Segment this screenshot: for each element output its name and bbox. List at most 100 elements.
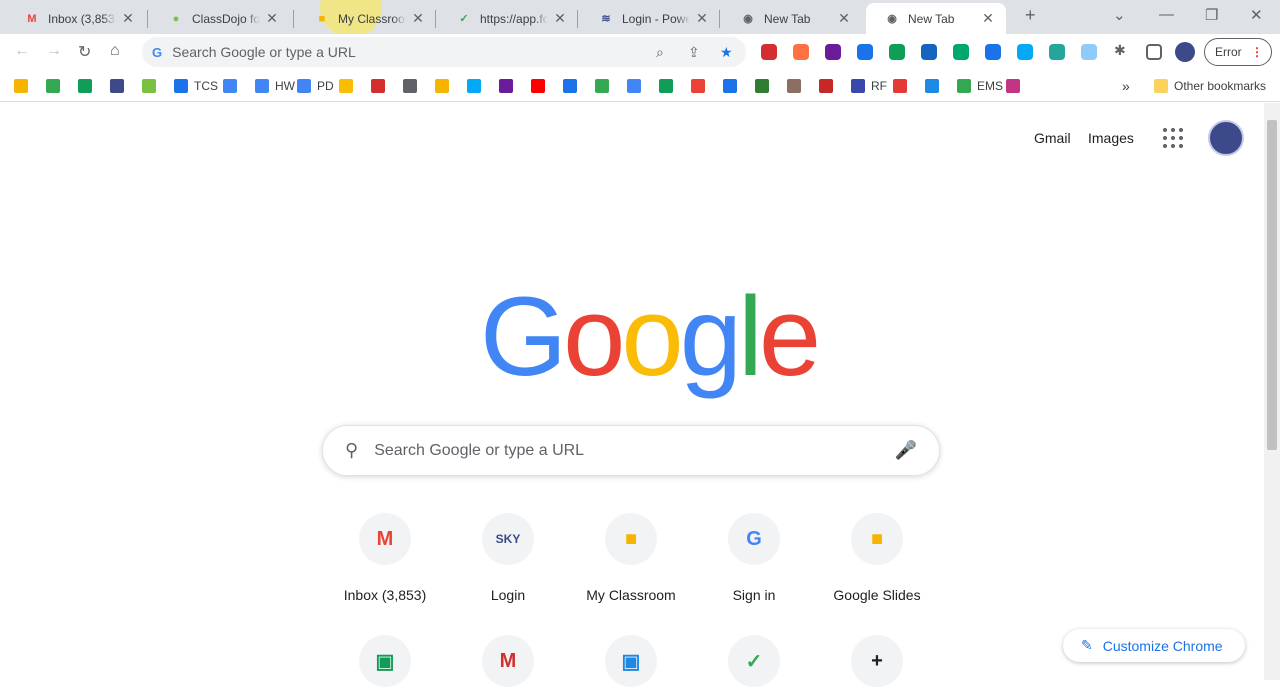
restore-icon[interactable]: ❐ (1205, 6, 1218, 24)
bookmark-item[interactable] (110, 77, 130, 95)
shortcut-tile[interactable]: M Inbox (3,853) (329, 513, 441, 603)
extension-icon[interactable] (985, 44, 1001, 60)
gmail-link[interactable]: Gmail (1034, 130, 1071, 146)
bookmark-item[interactable] (78, 77, 98, 95)
extension-icon[interactable] (825, 44, 841, 60)
account-avatar[interactable] (1208, 120, 1244, 156)
profile-error-button[interactable]: Error ⋮ (1204, 38, 1272, 66)
tab-2[interactable]: ■ My Classroom ✕ (296, 3, 436, 34)
shortcut-icon: M (482, 635, 534, 687)
tab-search-icon[interactable]: ⌄ (1113, 6, 1126, 24)
forward-icon[interactable]: → (46, 42, 62, 60)
bookmark-item[interactable] (595, 77, 615, 95)
extension-icon[interactable] (921, 44, 937, 60)
scrollbar-thumb[interactable] (1267, 120, 1277, 450)
microphone-icon[interactable]: 🎤 (895, 440, 917, 461)
add-icon: + (851, 635, 903, 687)
extension-icon[interactable] (793, 44, 809, 60)
bookmark-item[interactable] (893, 77, 913, 95)
bookmark-item[interactable] (371, 77, 391, 95)
apps-grid-icon[interactable] (1163, 128, 1183, 148)
home-icon[interactable]: ⌂ (110, 42, 120, 60)
close-window-icon[interactable]: ✕ (1250, 6, 1263, 24)
folder-icon (1154, 79, 1168, 93)
tab-3[interactable]: ✓ https://app.for ✕ (438, 3, 578, 34)
new-tab-icon[interactable]: + (1025, 5, 1036, 26)
customize-chrome-button[interactable]: ✎ Customize Chrome (1063, 629, 1245, 662)
tab-6[interactable]: ◉ New Tab ✕ (866, 3, 1006, 34)
bookmark-item[interactable] (403, 77, 423, 95)
bookmarks-overflow-icon[interactable]: » (1122, 77, 1130, 95)
reload-icon[interactable]: ↻ (78, 42, 91, 62)
bookmark-item[interactable] (787, 77, 807, 95)
bookmark-item[interactable]: TCS (174, 77, 218, 95)
shortcut-tile[interactable]: ■ Google Slides (821, 513, 933, 603)
extensions-puzzle-icon[interactable]: ✱ (1114, 42, 1130, 58)
bookmark-item[interactable] (563, 77, 583, 95)
bookmark-item[interactable] (499, 77, 519, 95)
extension-icon[interactable] (953, 44, 969, 60)
shortcut-tile[interactable]: ▣ (329, 635, 441, 687)
tab-favicon-icon: ◉ (743, 13, 753, 25)
bookmark-item[interactable] (755, 77, 775, 95)
bookmark-item[interactable] (723, 77, 743, 95)
bookmark-item[interactable]: PD (297, 77, 334, 95)
search-box[interactable]: ⚲ Search Google or type a URL 🎤 (322, 425, 940, 476)
tab-5[interactable]: ◉ New Tab ✕ (722, 3, 862, 34)
bookmark-item[interactable] (925, 77, 945, 95)
zoom-icon[interactable]: ⌕ (656, 44, 664, 61)
minimize-icon[interactable]: — (1159, 6, 1174, 23)
tab-close-icon[interactable]: ✕ (694, 10, 710, 27)
shortcut-tile[interactable]: ■ My Classroom (575, 513, 687, 603)
extension-icon[interactable] (1017, 44, 1033, 60)
back-icon[interactable]: ← (14, 42, 30, 60)
extension-icon[interactable] (1049, 44, 1065, 60)
bookmark-item[interactable] (467, 77, 487, 95)
address-bar[interactable]: G Search Google or type a URL ⌕ ⇪ ★ (142, 37, 746, 67)
tab-close-icon[interactable]: ✕ (552, 10, 568, 27)
extension-icon[interactable] (1081, 44, 1097, 60)
add-shortcut-tile[interactable]: + (821, 635, 933, 687)
tab-1[interactable]: ● ClassDojo for T ✕ (150, 3, 290, 34)
bookmark-item[interactable] (14, 77, 34, 95)
bookmark-item[interactable] (223, 77, 243, 95)
bookmark-item[interactable] (819, 77, 839, 95)
tab-4[interactable]: ≋ Login - Powers ✕ (580, 3, 720, 34)
bookmark-item[interactable]: RF (851, 77, 887, 95)
tab-close-icon[interactable]: ✕ (980, 10, 996, 27)
tab-0[interactable]: M Inbox (3,853) - ✕ (6, 3, 146, 34)
bookmark-item[interactable] (339, 77, 359, 95)
profile-avatar[interactable] (1175, 42, 1195, 62)
share-icon[interactable]: ⇪ (688, 44, 700, 61)
shortcut-tile[interactable]: G Sign in (698, 513, 810, 603)
bookmark-star-icon[interactable]: ★ (720, 44, 733, 61)
tab-close-icon[interactable]: ✕ (120, 10, 136, 27)
logo-letter: e (758, 274, 821, 399)
bookmark-item[interactable] (435, 77, 455, 95)
bookmark-favicon-icon (563, 79, 577, 93)
tab-close-icon[interactable]: ✕ (410, 10, 426, 27)
bookmark-item[interactable]: EMS (957, 77, 1003, 95)
bookmark-item[interactable] (659, 77, 679, 95)
tab-close-icon[interactable]: ✕ (836, 10, 852, 27)
shortcut-tile[interactable]: ▣ (575, 635, 687, 687)
bookmark-item[interactable] (1006, 77, 1026, 95)
extension-icon[interactable] (761, 44, 777, 60)
other-bookmarks[interactable]: Other bookmarks (1154, 77, 1266, 95)
tab-close-icon[interactable]: ✕ (264, 10, 280, 27)
bookmark-item[interactable] (531, 77, 551, 95)
shortcut-tile[interactable]: M (452, 635, 564, 687)
side-panel-icon[interactable] (1146, 44, 1162, 60)
extension-icon[interactable] (857, 44, 873, 60)
bookmark-item[interactable] (46, 77, 66, 95)
bookmark-item[interactable]: HW (255, 77, 295, 95)
bookmark-item[interactable] (142, 77, 162, 95)
bookmark-item[interactable] (627, 77, 647, 95)
scrollbar[interactable] (1264, 103, 1280, 680)
images-link[interactable]: Images (1088, 130, 1134, 146)
logo-letter: o (563, 274, 625, 399)
shortcut-tile[interactable]: ✓ (698, 635, 810, 687)
extension-icon[interactable] (889, 44, 905, 60)
shortcut-tile[interactable]: SKY Login (452, 513, 564, 603)
bookmark-item[interactable] (691, 77, 711, 95)
